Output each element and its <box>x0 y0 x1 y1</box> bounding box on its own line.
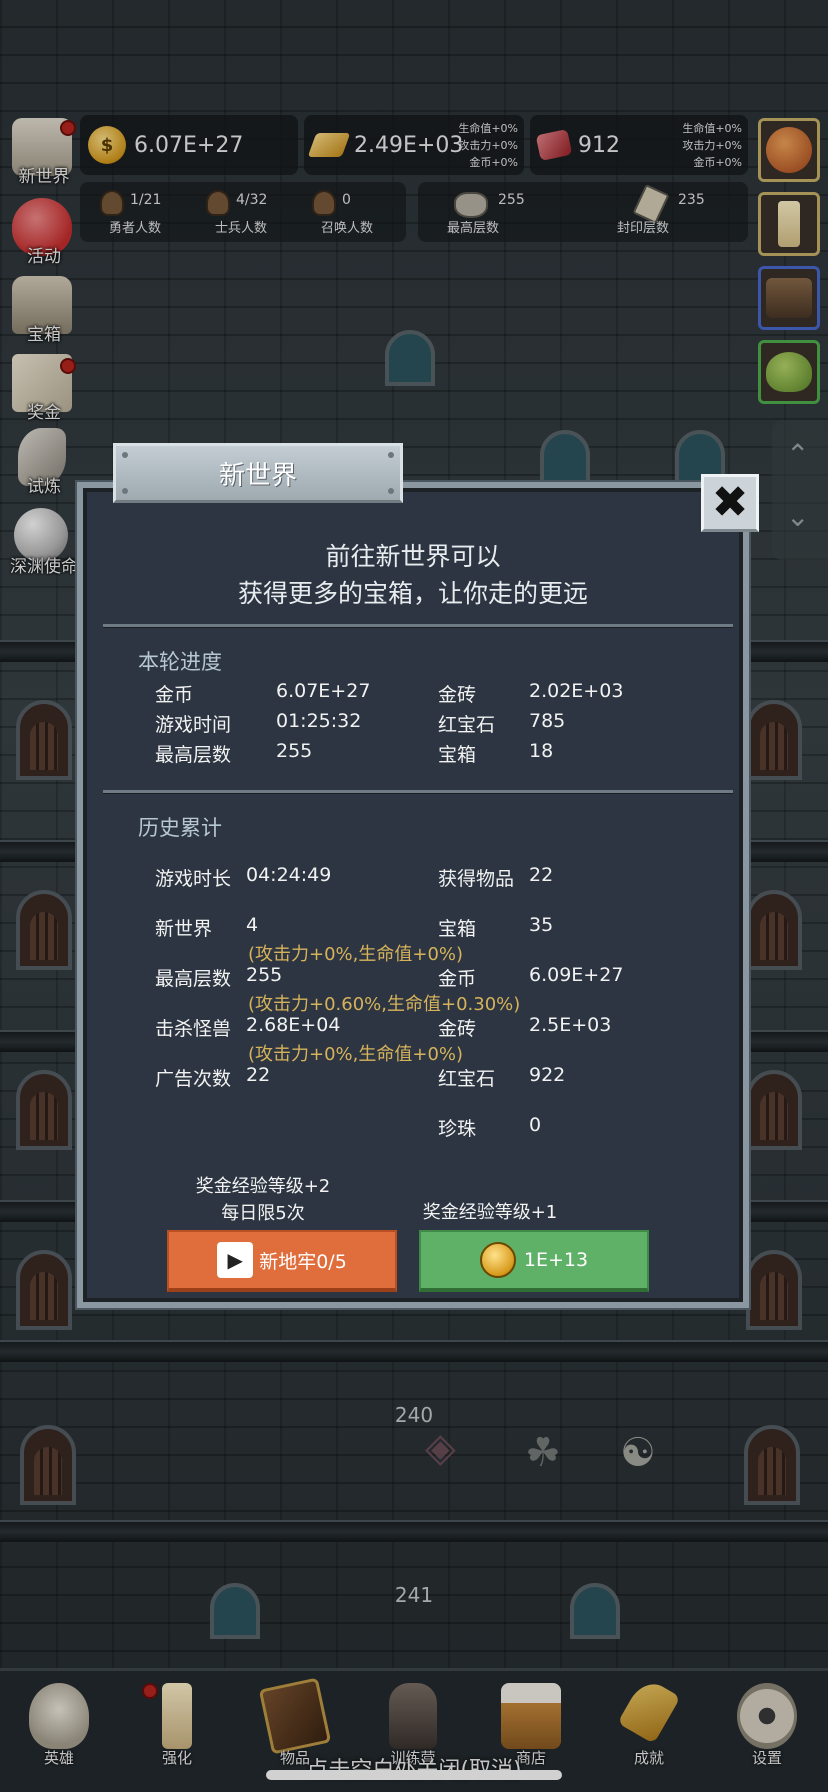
stat-value: 4 <box>246 914 259 936</box>
stat-label: 最高层数 <box>155 968 232 990</box>
stat-label: 广告次数 <box>155 1068 232 1090</box>
stat-label: 游戏时间 <box>155 714 232 736</box>
intro-line: 获得更多的宝箱，让你走的更远 <box>237 579 588 608</box>
stat-value: 6.07E+27 <box>276 680 371 702</box>
stat-label: 红宝石 <box>438 1068 496 1090</box>
close-button[interactable]: ✖ <box>701 474 759 532</box>
stat-value: 04:24:49 <box>246 864 332 886</box>
video-play-icon: ▶ <box>217 1242 254 1278</box>
rivet <box>122 452 128 458</box>
stat-value: 255 <box>246 964 283 986</box>
stat-value: 2.68E+04 <box>246 1014 341 1036</box>
stat-value: 785 <box>529 710 566 732</box>
stat-label: 红宝石 <box>438 714 496 736</box>
bonus-text: (攻击力+0.60%,生命值+0.30%) <box>248 994 521 1015</box>
coin-reward-caption: 奖金经验等级+1 <box>422 1202 558 1223</box>
stat-value: 18 <box>529 740 554 762</box>
section-divider <box>103 790 733 794</box>
stat-value: 6.09E+27 <box>529 964 624 986</box>
stat-value: 35 <box>529 914 554 936</box>
bonus-text: (攻击力+0%,生命值+0%) <box>248 944 464 965</box>
ad-reward-caption: 奖金经验等级+2 每日限5次 <box>163 1173 363 1227</box>
stat-label: 击杀怪兽 <box>155 1018 232 1040</box>
dialog-intro: 前往新世界可以 获得更多的宝箱，让你走的更远 <box>83 538 743 612</box>
close-icon: ✖ <box>711 477 749 528</box>
stat-label: 游戏时长 <box>155 868 232 890</box>
dialog-title-plate: 新世界 <box>113 443 403 503</box>
current-progress-title: 本轮进度 <box>138 650 222 674</box>
stat-value: 01:25:32 <box>276 710 362 732</box>
ad-caption-line: 每日限5次 <box>221 1203 305 1224</box>
stat-value: 255 <box>276 740 313 762</box>
rivet <box>122 488 128 494</box>
stat-label: 新世界 <box>155 918 213 940</box>
stat-label: 最高层数 <box>155 744 232 766</box>
new-world-dialog: 前往新世界可以 获得更多的宝箱，让你走的更远 本轮进度 金币 6.07E+27 … <box>75 480 751 1310</box>
coin-new-world-button[interactable]: 1E+13 <box>419 1230 649 1292</box>
stat-label: 宝箱 <box>438 918 477 940</box>
intro-line: 前往新世界可以 <box>325 542 501 571</box>
new-dungeon-ad-button[interactable]: ▶ 新地牢0/5 <box>167 1230 397 1292</box>
rivet <box>388 452 394 458</box>
stat-value: 2.5E+03 <box>529 1014 612 1036</box>
gold-coin-icon <box>479 1242 516 1278</box>
ad-caption-line: 奖金经验等级+2 <box>195 1176 331 1197</box>
stat-label: 金砖 <box>438 684 477 706</box>
coin-button-label: 1E+13 <box>523 1249 589 1271</box>
history-title: 历史累计 <box>138 816 222 840</box>
stat-value: 2.02E+03 <box>529 680 624 702</box>
stat-value: 0 <box>529 1114 542 1136</box>
new-dungeon-button-label: 新地牢0/5 <box>259 1250 347 1273</box>
stat-label: 金币 <box>155 684 194 706</box>
stat-value: 22 <box>529 864 554 886</box>
stat-label: 金砖 <box>438 1018 477 1040</box>
stat-label: 金币 <box>438 968 477 990</box>
stat-value: 22 <box>246 1064 271 1086</box>
dialog-title: 新世界 <box>218 460 297 491</box>
section-divider <box>103 624 733 628</box>
stat-label: 珍珠 <box>438 1118 477 1140</box>
stat-label: 获得物品 <box>438 868 515 890</box>
stat-label: 宝箱 <box>438 744 477 766</box>
rivet <box>388 488 394 494</box>
stat-value: 922 <box>529 1064 566 1086</box>
bonus-text: (攻击力+0%,生命值+0%) <box>248 1044 464 1065</box>
